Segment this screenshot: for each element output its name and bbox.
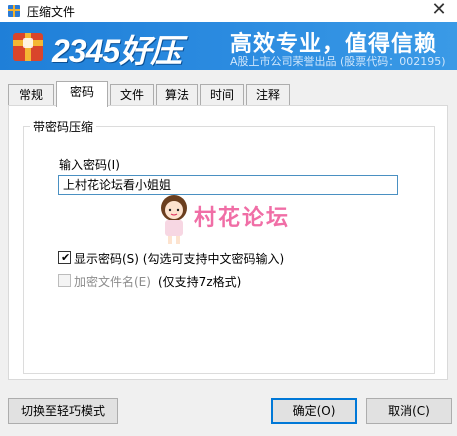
app-icon — [8, 5, 20, 17]
cancel-button[interactable]: 取消(C) — [366, 398, 452, 424]
tab-comment[interactable]: 注释 — [246, 84, 290, 106]
title-bar: 压缩文件 ✕ — [0, 0, 457, 22]
brand-banner: 2345好压 高效专业，值得信赖 A股上市公司荣誉出品 (股票代码：002195… — [0, 22, 457, 70]
checkmark-icon: ✔ — [61, 251, 71, 264]
encrypt-filenames-label: 加密文件名(E) — [74, 275, 151, 289]
brand-logo-text: 2345好压 — [52, 33, 182, 69]
password-label: 输入密码(I) — [59, 158, 120, 172]
tab-general[interactable]: 常规 — [8, 84, 54, 106]
encrypt-filenames-row: 加密文件名(E) (仅支持7z格式) — [58, 272, 358, 290]
tab-password[interactable]: 密码 — [56, 81, 108, 107]
girl-mascot-icon — [161, 195, 187, 244]
show-password-label: 显示密码(S) (勾选可支持中文密码输入) — [74, 252, 285, 266]
encrypt-filenames-checkbox — [58, 274, 71, 287]
tab-algorithm[interactable]: 算法 — [156, 84, 198, 106]
group-legend: 带密码压缩 — [30, 118, 97, 135]
close-button[interactable]: ✕ — [421, 0, 457, 22]
encrypt-filenames-note: (仅支持7z格式) — [158, 275, 242, 289]
watermark: 村花论坛 — [156, 192, 316, 248]
watermark-text: 村花论坛 — [194, 206, 291, 231]
ok-button[interactable]: 确定(O) — [271, 398, 357, 424]
show-password-checkbox[interactable]: ✔ — [58, 251, 71, 264]
tab-files[interactable]: 文件 — [110, 84, 154, 106]
tab-time[interactable]: 时间 — [200, 84, 244, 106]
switch-light-mode-button[interactable]: 切换至轻巧模式 — [8, 398, 118, 424]
window-title: 压缩文件 — [27, 5, 76, 19]
tab-panel: 带密码压缩 输入密码(I) 上村花论坛看小姐姐 村花论坛 ✔ 显示密码(S) (… — [8, 105, 448, 380]
archive-logo-icon — [13, 33, 43, 61]
show-password-row[interactable]: ✔ 显示密码(S) (勾选可支持中文密码输入) — [58, 249, 398, 267]
brand-subtitle: A股上市公司荣誉出品 (股票代码：002195) — [230, 55, 446, 68]
